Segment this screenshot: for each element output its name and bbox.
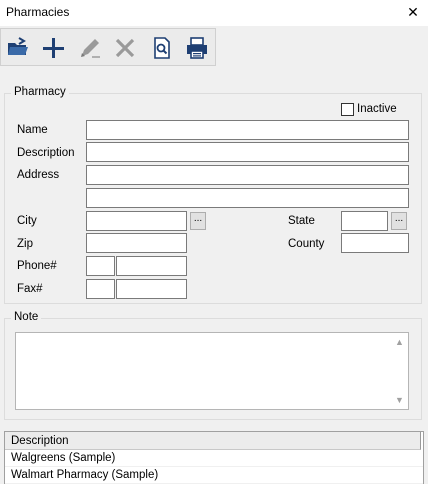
name-label: Name (17, 124, 48, 136)
city-lookup-button[interactable]: ... (190, 212, 206, 230)
state-lookup-button[interactable]: ... (391, 212, 407, 230)
title-bar: Pharmacies ✕ (0, 0, 428, 26)
note-legend: Note (11, 311, 42, 323)
window-title: Pharmacies (6, 5, 70, 19)
address-line2-field[interactable] (86, 188, 409, 208)
pharmacy-legend: Pharmacy (11, 86, 69, 98)
close-icon: ✕ (407, 3, 419, 20)
city-field[interactable] (86, 211, 187, 231)
note-scrollbar[interactable]: ▲ ▼ (391, 333, 408, 409)
address-label: Address (17, 169, 60, 181)
phone-number-field[interactable] (116, 256, 187, 276)
fax-label: Fax# (17, 283, 43, 295)
list-item-label: Walgreens (Sample) (11, 452, 116, 464)
city-label: City (17, 215, 37, 227)
phone-label: Phone# (17, 260, 57, 272)
state-field[interactable] (341, 211, 388, 231)
inactive-checkbox[interactable] (341, 103, 354, 116)
delete-button[interactable] (112, 34, 138, 62)
open-button[interactable] (5, 34, 31, 62)
list-item[interactable]: Walmart Pharmacy (Sample) (5, 467, 423, 484)
zip-label: Zip (17, 238, 33, 250)
add-button[interactable] (40, 34, 66, 62)
close-button[interactable]: ✕ (398, 0, 428, 24)
state-label: State (288, 215, 315, 227)
list-item[interactable]: Walgreens (Sample) (5, 450, 423, 467)
plus-icon (43, 38, 64, 58)
description-label: Description (17, 147, 75, 159)
preview-icon (154, 37, 170, 59)
county-label: County (288, 238, 325, 250)
zip-field[interactable] (86, 233, 187, 253)
edit-button[interactable] (77, 34, 103, 62)
note-textarea[interactable]: ▲ ▼ (15, 332, 409, 410)
fax-area-code-field[interactable] (86, 279, 115, 299)
address-line1-field[interactable] (86, 165, 409, 185)
preview-button[interactable] (149, 34, 175, 62)
column-header-label: Description (11, 435, 69, 447)
scroll-down-icon[interactable]: ▼ (395, 395, 404, 405)
list-item-label: Walmart Pharmacy (Sample) (11, 469, 159, 481)
pharmacy-list: Description Walgreens (Sample) Walmart P… (4, 431, 424, 484)
pencil-icon (81, 39, 100, 58)
fax-number-field[interactable] (116, 279, 187, 299)
toolbar (0, 28, 216, 66)
column-header-description[interactable]: Description (5, 432, 421, 450)
phone-area-code-field[interactable] (86, 256, 115, 276)
print-button[interactable] (184, 34, 210, 62)
delete-x-icon (115, 38, 135, 58)
name-field[interactable] (86, 120, 409, 140)
scroll-up-icon[interactable]: ▲ (395, 337, 404, 347)
description-field[interactable] (86, 142, 409, 162)
printer-icon (187, 37, 207, 59)
inactive-label: Inactive (357, 103, 397, 115)
open-folder-icon (8, 37, 28, 55)
county-field[interactable] (341, 233, 409, 253)
